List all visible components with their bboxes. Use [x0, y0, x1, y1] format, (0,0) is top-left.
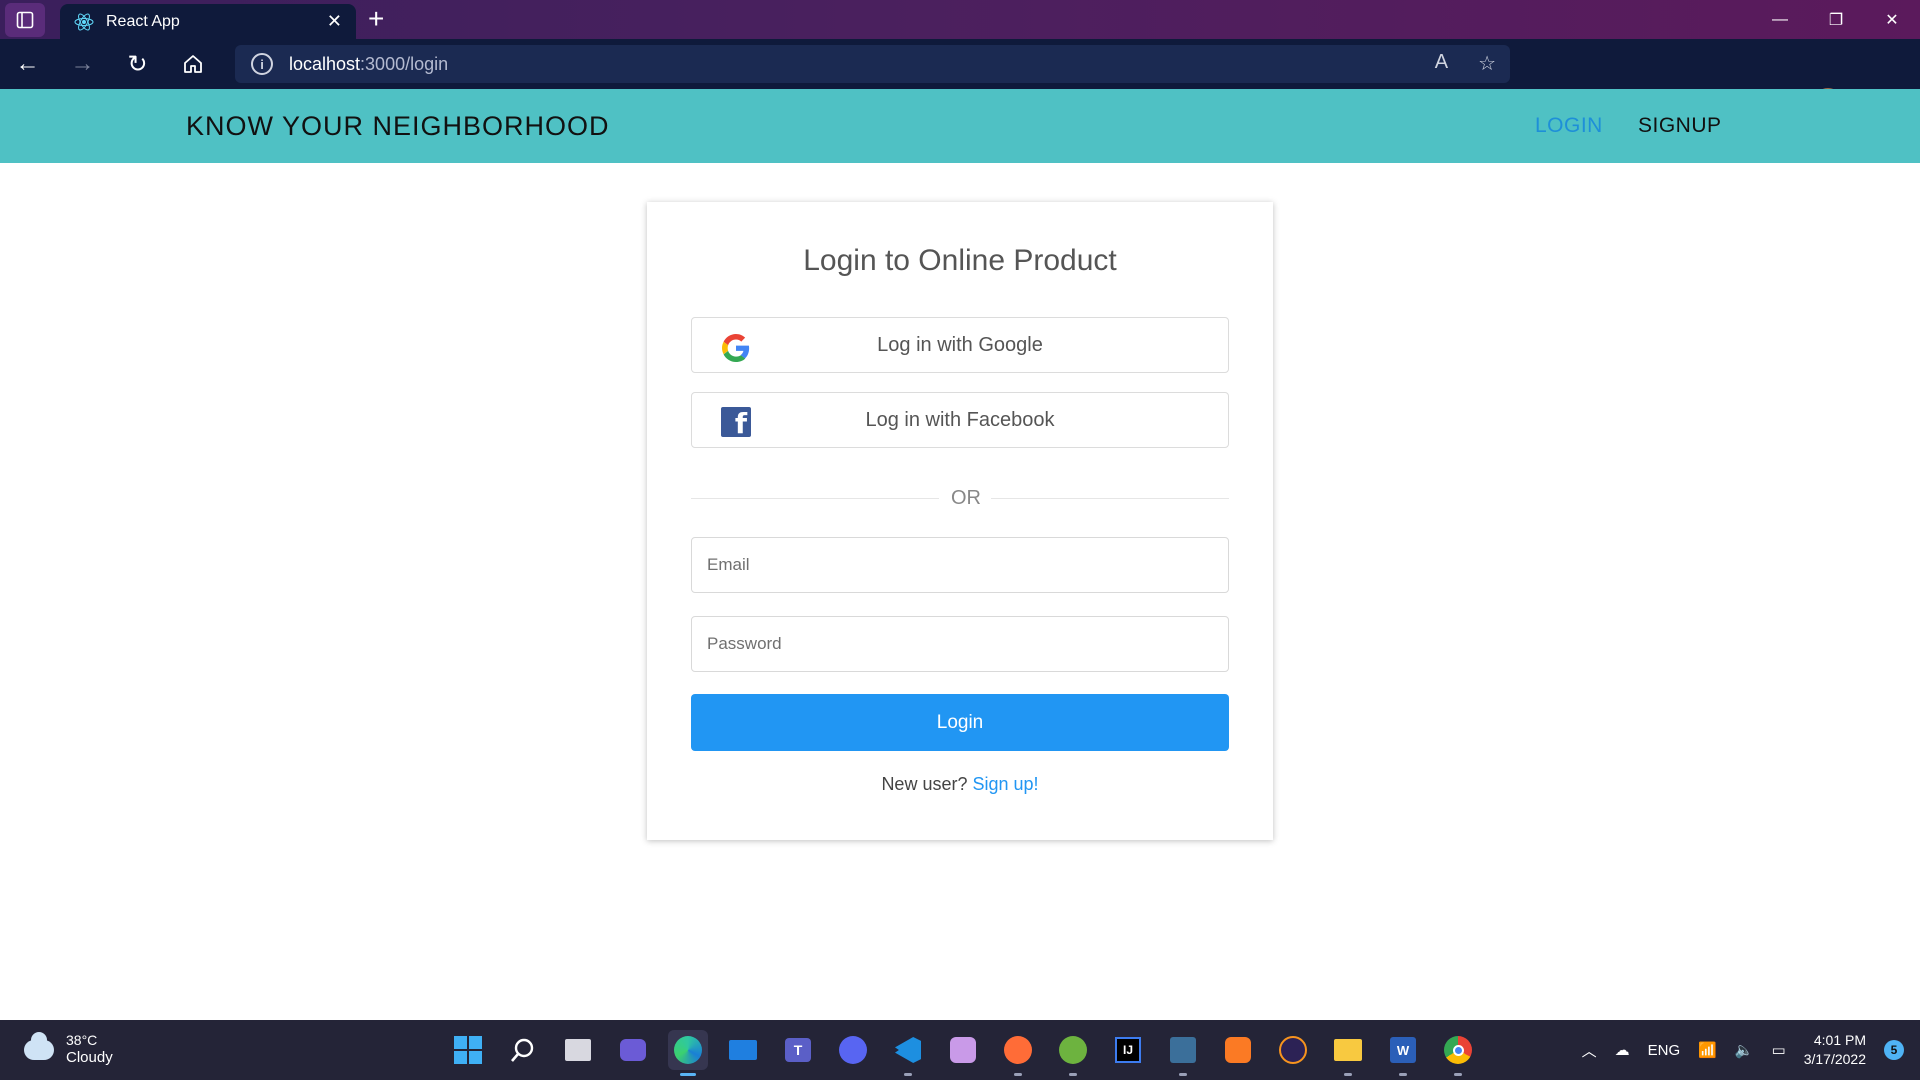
forward-button[interactable]: → — [55, 39, 110, 89]
login-title: Login to Online Product — [803, 244, 1117, 277]
edge-icon[interactable] — [668, 1030, 708, 1076]
refresh-icon: ↻ — [127, 50, 148, 78]
file-explorer-icon[interactable] — [1328, 1030, 1368, 1076]
postman-icon[interactable] — [998, 1030, 1038, 1076]
brand-title[interactable]: KNOW YOUR NEIGHBORHOOD — [186, 111, 610, 142]
google-login-label: Log in with Google — [877, 334, 1043, 356]
tab-close-icon[interactable]: ✕ — [327, 11, 342, 32]
chevron-up-icon[interactable]: ︿ — [1582, 1040, 1597, 1061]
home-icon — [183, 55, 202, 73]
task-view-icon[interactable] — [558, 1030, 598, 1070]
nav-login-link[interactable]: LOGIN — [1535, 114, 1603, 138]
new-user-text: New user? — [881, 774, 968, 794]
clock-time: 4:01 PM — [1813, 1032, 1866, 1048]
notification-badge[interactable]: 5 — [1884, 1040, 1904, 1060]
nav-signup-link[interactable]: SIGNUP — [1638, 114, 1722, 138]
forward-arrow-icon: → — [70, 50, 95, 77]
site-info-icon[interactable]: i — [251, 53, 273, 75]
eclipse-icon[interactable] — [1273, 1030, 1313, 1070]
word-icon[interactable]: W — [1383, 1030, 1423, 1076]
system-tray: ︿ ☁ ENG 📶 🔈 ▭ 4:01 PM 3/17/2022 5 — [1582, 1020, 1904, 1080]
intellij-icon[interactable]: IJ — [1108, 1030, 1148, 1070]
volume-icon[interactable]: 🔈 — [1735, 1041, 1754, 1059]
chrome-icon[interactable] — [1438, 1030, 1478, 1076]
browser-toolbar: ← → ↻ i localhost:3000/login A ☆ ▣ ✎ ✱ ✩… — [0, 39, 1920, 118]
read-aloud-icon[interactable]: A — [1435, 51, 1448, 76]
app-icon[interactable] — [943, 1030, 983, 1070]
browser-tab[interactable]: React App ✕ — [60, 4, 356, 39]
mysql-icon[interactable] — [1163, 1030, 1203, 1076]
weather-temperature: 38°C — [66, 1032, 98, 1048]
wifi-icon[interactable]: 📶 — [1698, 1041, 1717, 1059]
browser-titlebar: React App ✕ + — ❐ ✕ — [0, 0, 1920, 39]
react-icon — [74, 13, 94, 30]
new-tab-button[interactable]: + — [368, 4, 384, 34]
teams-icon[interactable]: T — [778, 1030, 818, 1070]
cloud-icon — [24, 1031, 54, 1060]
url-host: localhost — [289, 53, 361, 74]
weather-widget[interactable]: 38°C Cloudy — [24, 1031, 113, 1067]
minimize-button[interactable]: — — [1752, 0, 1808, 39]
discord-icon[interactable] — [833, 1030, 873, 1070]
facebook-login-label: Log in with Facebook — [865, 409, 1055, 431]
taskbar: 38°C Cloudy T IJ W ︿ ☁ ENG 📶 🔈 ▭ 4:01 PM… — [0, 1020, 1920, 1080]
address-bar[interactable]: i localhost:3000/login A ☆ — [235, 45, 1510, 83]
clock-date: 3/17/2022 — [1803, 1051, 1866, 1067]
signup-prompt: New user? Sign up! — [647, 774, 1273, 795]
tab-title: React App — [106, 12, 180, 30]
vscode-icon[interactable] — [888, 1030, 928, 1076]
url-path: :3000/login — [360, 53, 449, 74]
weather-condition: Cloudy — [66, 1049, 113, 1066]
tab-actions-button[interactable] — [0, 0, 50, 39]
back-arrow-icon: ← — [15, 50, 40, 77]
mail-icon[interactable] — [723, 1030, 763, 1070]
spring-icon[interactable] — [1053, 1030, 1093, 1076]
or-text: OR — [951, 487, 981, 509]
google-login-button[interactable]: Log in with Google — [691, 317, 1229, 373]
signup-link[interactable]: Sign up! — [973, 774, 1039, 794]
home-button[interactable] — [165, 39, 220, 89]
login-card: Login to Online Product Log in with Goog… — [647, 202, 1273, 840]
or-divider: OR — [691, 486, 1229, 510]
email-input[interactable] — [691, 537, 1229, 593]
login-button[interactable]: Login — [691, 694, 1229, 751]
facebook-login-button[interactable]: f Log in with Facebook — [691, 392, 1229, 448]
close-window-button[interactable]: ✕ — [1864, 0, 1920, 39]
restore-button[interactable]: ❐ — [1808, 0, 1864, 39]
battery-icon[interactable]: ▭ — [1772, 1041, 1786, 1059]
language-indicator[interactable]: ENG — [1648, 1042, 1681, 1059]
refresh-button[interactable]: ↻ — [110, 39, 165, 89]
search-icon[interactable] — [503, 1030, 543, 1070]
app-header: KNOW YOUR NEIGHBORHOOD LOGIN SIGNUP — [0, 89, 1920, 163]
onedrive-cloud-icon[interactable]: ☁ — [1615, 1041, 1630, 1059]
xampp-icon[interactable] — [1218, 1030, 1258, 1070]
taskbar-apps: T IJ W — [448, 1030, 1478, 1076]
password-input[interactable] — [691, 616, 1229, 672]
tab-actions-icon — [16, 11, 34, 28]
back-button[interactable]: ← — [0, 39, 55, 89]
add-favorite-icon[interactable]: ☆ — [1478, 51, 1496, 76]
clock[interactable]: 4:01 PM 3/17/2022 — [1804, 1031, 1866, 1069]
start-icon[interactable] — [448, 1030, 488, 1070]
chat-icon[interactable] — [613, 1030, 653, 1070]
